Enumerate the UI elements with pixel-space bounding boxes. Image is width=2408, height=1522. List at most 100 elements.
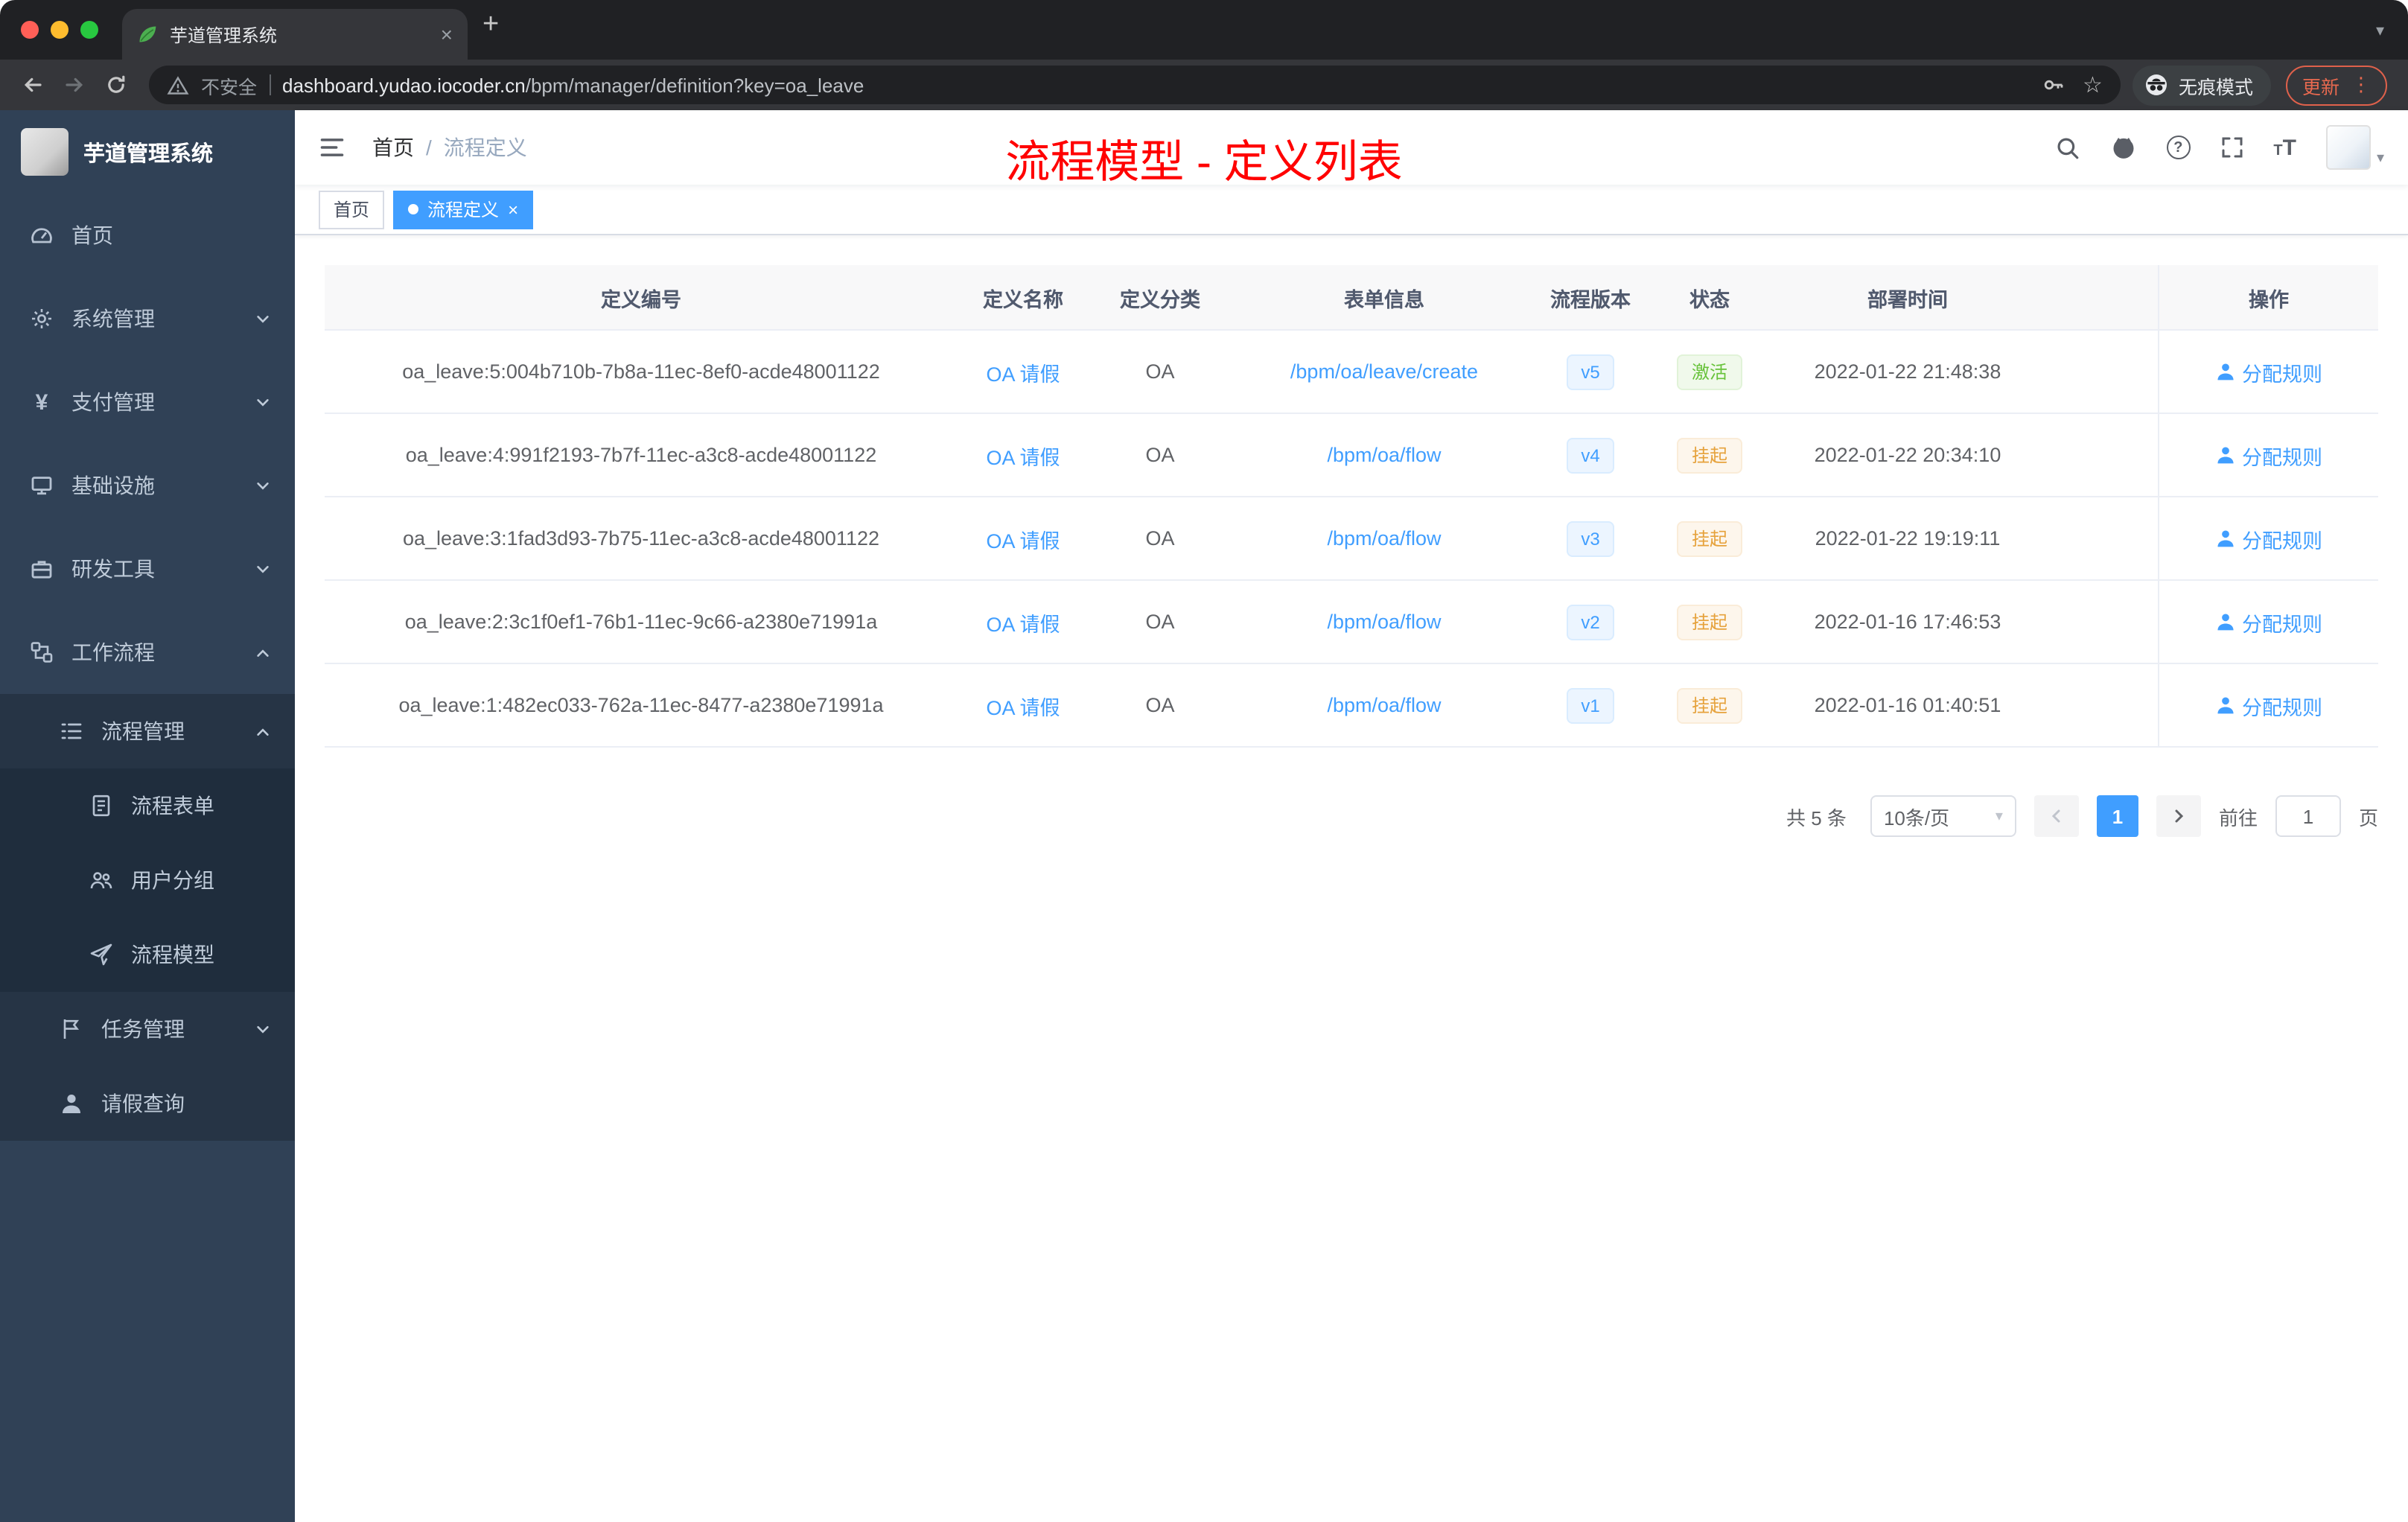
page-size-select[interactable]: 10条/页 ▾ [1870,795,2016,837]
definition-name-link[interactable]: OA 请假 [986,607,1060,637]
chevron-down-icon [257,1025,269,1033]
avatar-caret-icon[interactable]: ▾ [2377,150,2384,170]
sidebar-item-devtools[interactable]: 研发工具 [0,527,295,611]
new-tab-button[interactable]: + [482,9,499,42]
sidebar-item-process-form[interactable]: 流程表单 [0,768,295,843]
font-size-icon[interactable]: TT [2273,136,2296,159]
avatar[interactable] [2325,125,2371,170]
chevron-down-icon [257,565,269,573]
assign-rule-button[interactable]: 分配规则 [2215,440,2322,470]
search-icon[interactable] [2054,135,2080,160]
tag-home[interactable]: 首页 [319,190,385,229]
cell-category: OA [1145,360,1175,383]
version-badge: v2 [1566,604,1615,640]
window-close-button[interactable] [21,21,39,39]
table-header: 定义编号 定义名称 定义分类 表单信息 流程版本 状态 部署时间 操作 [325,265,2378,331]
sidebar-item-process-model[interactable]: 流程模型 [0,917,295,992]
omnibox-divider [269,74,271,95]
page-number-button[interactable]: 1 [2096,795,2138,837]
help-icon[interactable]: ? [2166,136,2191,159]
bookmark-star-icon[interactable]: ☆ [2083,71,2103,98]
screen: 芋道管理系统 × + ▾ 不安全 dashboard.yudao.iocoder… [0,0,2408,1522]
cell-id: oa_leave:3:1fad3d93-7b75-11ec-a3c8-acde4… [402,527,879,550]
github-icon[interactable] [2109,134,2136,161]
status-badge: 激活 [1676,354,1742,389]
form-link[interactable]: /bpm/oa/flow [1327,611,1441,633]
url-text[interactable]: dashboard.yudao.iocoder.cn/bpm/manager/d… [282,74,2029,96]
sidebar-logo[interactable]: 芋道管理系统 [0,110,295,194]
sidebar-item-home[interactable]: 首页 [0,194,295,277]
assign-rule-button[interactable]: 分配规则 [2215,690,2322,720]
flag-icon [60,1017,83,1041]
user-icon [2217,614,2233,631]
status-badge: 挂起 [1676,437,1742,473]
sidebar-item-process-manage[interactable]: 流程管理 [0,694,295,768]
favicon-leaf-icon [137,24,158,45]
cell-deploy-time: 2022-01-16 01:40:51 [1814,694,2001,716]
sidebar-item-task-manage[interactable]: 任务管理 [0,992,295,1066]
next-page-button[interactable] [2156,795,2201,837]
cell-id: oa_leave:5:004b710b-7b8a-11ec-8ef0-acde4… [402,360,880,383]
sidebar: 芋道管理系统 首页 系统管理 ¥ 支付管理 基础设施 研发工具 工作流程 流程管… [0,110,295,1522]
users-icon [89,868,113,892]
sidebar-item-infra[interactable]: 基础设施 [0,444,295,527]
sidebar-item-user-group[interactable]: 用户分组 [0,843,295,917]
update-label: 更新 [2302,77,2339,98]
logo-title: 芋道管理系统 [83,142,213,166]
total-count: 共 5 条 [1786,806,1847,829]
tab-search-icon[interactable]: ▾ [2376,20,2384,39]
sidebar-item-label: 任务管理 [101,1017,185,1041]
goto-page-input[interactable] [2275,795,2341,837]
address-bar[interactable]: 不安全 dashboard.yudao.iocoder.cn/bpm/manag… [149,66,2121,104]
form-link[interactable]: /bpm/oa/flow [1327,694,1441,716]
table-row: oa_leave:2:3c1f0ef1-76b1-11ec-9c66-a2380… [325,581,2378,664]
active-dot [408,204,419,214]
definition-name-link[interactable]: OA 请假 [986,440,1060,470]
definition-name-link[interactable]: OA 请假 [986,523,1060,553]
sidebar-item-leave-query[interactable]: 请假查询 [0,1066,295,1141]
paper-plane-icon [89,943,113,967]
app-frame: 芋道管理系统 首页 系统管理 ¥ 支付管理 基础设施 研发工具 工作流程 流程管… [0,110,2408,1522]
user-icon [2217,530,2233,547]
workflow-icon [30,640,54,664]
omnibox-right-icons: ☆ [2041,71,2103,98]
form-link[interactable]: /bpm/oa/leave/create [1290,360,1478,383]
browser-tab[interactable]: 芋道管理系统 × [122,9,468,60]
incognito-icon [2144,73,2168,97]
user-avatar-menu[interactable]: ▾ [2325,125,2384,170]
tag-close-icon[interactable]: × [508,199,518,220]
assign-rule-button[interactable]: 分配规则 [2215,607,2322,637]
fullscreen-icon[interactable] [2220,136,2243,159]
cell-category: OA [1145,527,1175,550]
browser-menu-icon[interactable]: ⋮ [2351,73,2371,97]
tag-process-definition[interactable]: 流程定义 × [393,190,534,229]
assign-rule-button[interactable]: 分配规则 [2215,523,2322,553]
sidebar-fold-icon[interactable] [319,134,345,161]
definition-name-link[interactable]: OA 请假 [986,357,1060,386]
insecure-warning-icon[interactable] [167,74,189,96]
sidebar-item-system[interactable]: 系统管理 [0,277,295,360]
sidebar-item-pay[interactable]: ¥ 支付管理 [0,360,295,444]
cell-category: OA [1145,694,1175,716]
breadcrumb-home[interactable]: 首页 [372,133,414,162]
breadcrumb-current: 流程定义 [443,136,527,159]
definition-name-link[interactable]: OA 请假 [986,690,1060,720]
user-icon [2217,447,2233,464]
window-zoom-button[interactable] [80,21,98,39]
incognito-label: 无痕模式 [2178,77,2253,98]
col-status: 状态 [1689,288,1730,311]
form-link[interactable]: /bpm/oa/flow [1327,444,1441,466]
back-button[interactable] [12,64,54,106]
sidebar-item-workflow[interactable]: 工作流程 [0,611,295,694]
password-key-icon[interactable] [2041,73,2065,97]
assign-rule-button[interactable]: 分配规则 [2215,357,2322,386]
reload-button[interactable] [95,64,137,106]
dashboard-icon [30,223,54,247]
col-deploy-time: 部署时间 [1867,288,1948,311]
cell-deploy-time: 2022-01-22 19:19:11 [1815,527,2001,550]
window-minimize-button[interactable] [51,21,69,39]
form-link[interactable]: /bpm/oa/flow [1327,527,1441,550]
browser-update-button[interactable]: 更新 ⋮ [2285,65,2387,105]
tab-close-icon[interactable]: × [441,22,453,46]
toolbox-icon [30,557,54,581]
